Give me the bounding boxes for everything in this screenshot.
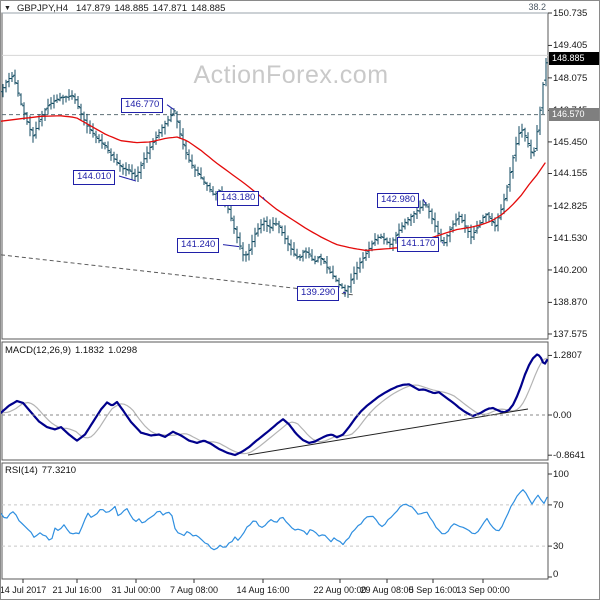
- rsi-axis-label[interactable]: 30: [553, 541, 599, 552]
- rsi-line: [1, 489, 548, 551]
- macd-panel-frame: [1, 341, 549, 461]
- ohlc-close: 148.885: [191, 2, 226, 14]
- time-axis-label[interactable]: 14 Aug 16:00: [236, 585, 289, 595]
- price-axis-label[interactable]: 141.530: [553, 233, 599, 244]
- time-axis-label[interactable]: 14 Jul 2017: [1, 585, 46, 595]
- macd-trendline[interactable]: [247, 408, 529, 456]
- time-axis-label[interactable]: 21 Jul 16:00: [52, 585, 101, 595]
- symbol-timeframe-label: GBPJPY,H4: [16, 2, 68, 14]
- price-axis-label[interactable]: 150.735: [553, 8, 599, 19]
- watermark: ActionForex.com: [193, 61, 389, 89]
- price-axis-label[interactable]: 137.575: [553, 329, 599, 340]
- chart-menu-triangle-icon[interactable]: ▼: [4, 5, 11, 12]
- rsi-name: RSI(14): [5, 465, 38, 476]
- price-annotation[interactable]: 144.010: [73, 169, 116, 185]
- fibonacci-38-2-label: 38.2: [528, 2, 546, 12]
- time-axis-label[interactable]: 13 Sep 00:00: [456, 585, 510, 595]
- ohlc-low: 147.871: [152, 2, 188, 14]
- rsi-axis-label[interactable]: 70: [553, 500, 599, 511]
- price-annotation[interactable]: 143.180: [217, 190, 260, 206]
- price-axis-label[interactable]: 149.405: [553, 40, 599, 51]
- time-axis-label[interactable]: 31 Jul 00:00: [111, 585, 160, 595]
- current-price-badge: 148.885: [549, 51, 599, 65]
- macd-value: 1.1832: [75, 345, 105, 356]
- price-axis-label[interactable]: 142.825: [553, 201, 599, 212]
- rsi-value: 77.3210: [41, 465, 77, 476]
- time-axis-label[interactable]: 7 Aug 08:00: [170, 585, 218, 595]
- annotation-connector: [342, 291, 347, 294]
- macd-axis-label[interactable]: 0.00: [553, 410, 599, 421]
- macd-axis-label[interactable]: -0.8641: [553, 450, 599, 461]
- time-axis-label[interactable]: 29 Aug 08:00: [360, 585, 413, 595]
- time-axis-label[interactable]: 5 Sep 16:00: [409, 585, 458, 595]
- ohlc-open: 147.879: [75, 2, 111, 14]
- macd-indicator-label: MACD(12,26,9) 1.1832 1.0298: [5, 345, 141, 356]
- annotation-connector: [118, 175, 137, 182]
- annotation-connector: [222, 244, 240, 248]
- price-annotation[interactable]: 142.980: [377, 192, 420, 208]
- mt4-chart-window: ▼ GBPJPY,H4 147.879 148.885 147.871 148.…: [0, 0, 600, 600]
- macd-signal-value: 1.0298: [108, 345, 138, 356]
- price-axis-label[interactable]: 148.075: [553, 73, 599, 84]
- price-axis-label[interactable]: 140.200: [553, 265, 599, 276]
- price-axis-label[interactable]: 138.870: [553, 297, 599, 308]
- price-annotation[interactable]: 139.290: [297, 285, 340, 301]
- price-annotation[interactable]: 141.170: [397, 236, 440, 252]
- rsi-indicator-label: RSI(14) 77.3210: [5, 465, 80, 476]
- macd-name: MACD(12,26,9): [5, 345, 71, 356]
- macd-signal-line: [1, 357, 548, 455]
- price-axis-label[interactable]: 144.155: [553, 168, 599, 179]
- chart-title-bar: ▼ GBPJPY,H4 147.879 148.885 147.871 148.…: [4, 2, 225, 14]
- price-annotation[interactable]: 141.240: [177, 238, 220, 254]
- ohlc-high: 148.885: [114, 2, 149, 14]
- price-annotation[interactable]: 146.770: [121, 98, 164, 114]
- price-axis-label[interactable]: 145.450: [553, 137, 599, 148]
- rsi-axis-label[interactable]: 100: [553, 469, 599, 480]
- level-price-badge: 146.570: [549, 108, 599, 122]
- rsi-axis-label[interactable]: 0: [553, 569, 599, 580]
- macd-axis-label[interactable]: 1.2807: [553, 350, 599, 361]
- time-axis-label[interactable]: 22 Aug 00:00: [313, 585, 366, 595]
- annotation-connector: [441, 241, 444, 244]
